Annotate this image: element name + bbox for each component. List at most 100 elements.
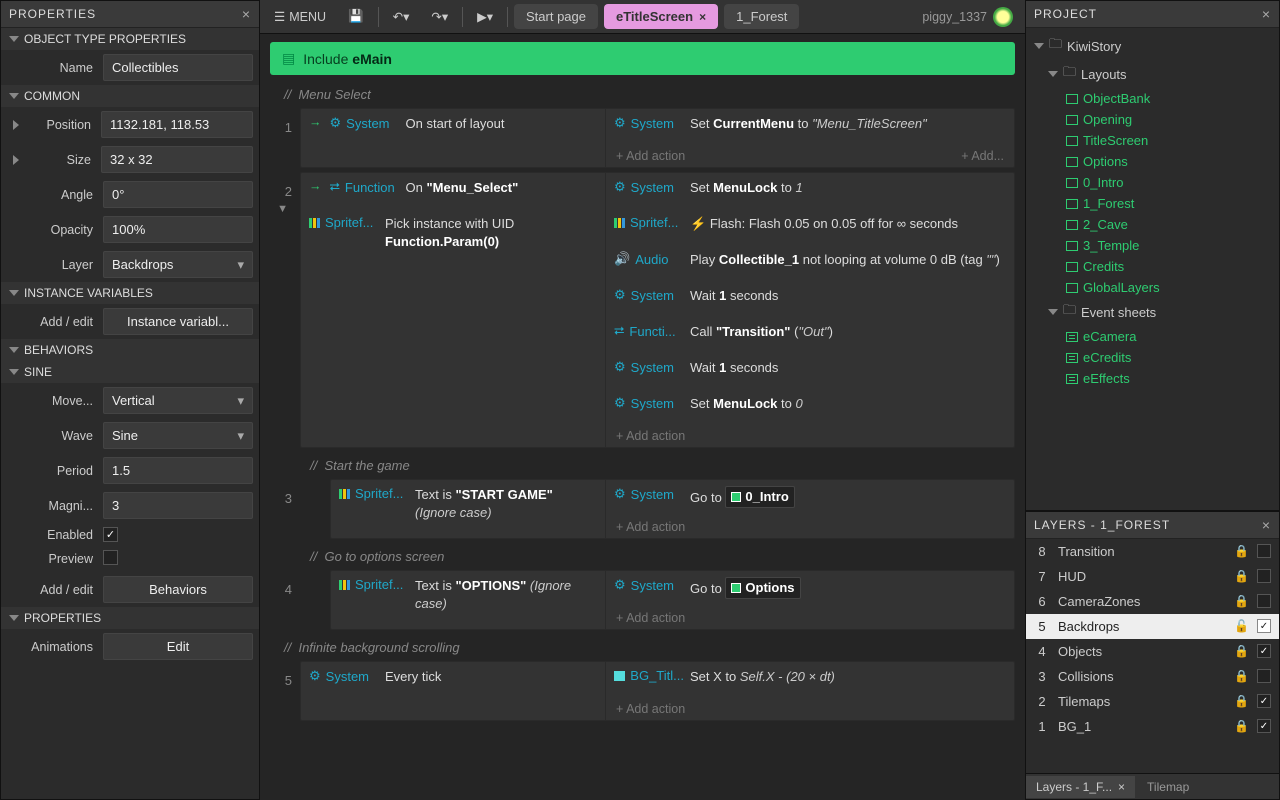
select-wave[interactable]: Sine [103,422,253,449]
layer-row[interactable]: 6CameraZones🔒 [1026,589,1279,614]
visibility-checkbox[interactable] [1257,694,1271,708]
add-action-link[interactable]: Add action [606,698,1014,720]
tree-layout-item[interactable]: 3_Temple [1026,235,1279,256]
layer-row[interactable]: 8Transition🔒 [1026,539,1279,564]
condition-row[interactable]: → ⚙System On start of layout [301,109,605,145]
add-link[interactable]: Add... [951,145,1014,167]
visibility-checkbox[interactable] [1257,569,1271,583]
action-row[interactable]: ⮂Functi... Call "Transition" ("Out") [606,317,1014,353]
select-layer[interactable]: Backdrops [103,251,253,278]
visibility-checkbox[interactable] [1257,669,1271,683]
visibility-checkbox[interactable] [1257,594,1271,608]
tree-layout-item[interactable]: Credits [1026,256,1279,277]
tree-eventsheet-item[interactable]: eEffects [1026,368,1279,389]
lock-icon[interactable]: 🔒 [1234,694,1249,708]
checkbox-enabled[interactable] [103,527,118,542]
layer-row[interactable]: 4Objects🔒 [1026,639,1279,664]
lock-icon[interactable]: 🔒 [1234,594,1249,608]
action-row[interactable]: BG_Titl... Set X to Self.X - (20 × dt) [606,662,1014,698]
add-action-link[interactable]: Add action [606,516,1014,538]
tree-layout-item[interactable]: Options [1026,151,1279,172]
menu-button[interactable]: ☰ MENU [266,5,334,28]
input-magnitude[interactable]: 3 [103,492,253,519]
tree-layout-item[interactable]: ObjectBank [1026,88,1279,109]
layer-row[interactable]: 2Tilemaps🔒 [1026,689,1279,714]
input-period[interactable]: 1.5 [103,457,253,484]
input-angle[interactable]: 0° [103,181,253,208]
add-action-link[interactable]: Add action [606,145,695,167]
tree-layout-item[interactable]: TitleScreen [1026,130,1279,151]
condition-row[interactable]: Spritef... Pick instance with UID Functi… [301,209,605,257]
tree-layout-item[interactable]: 1_Forest [1026,193,1279,214]
section-sine[interactable]: SINE [1,361,259,383]
tab-start-page[interactable]: Start page [514,4,598,29]
comment-row[interactable]: // Infinite background scrolling [270,634,1015,661]
condition-row[interactable]: → ⮂Function On "Menu_Select" [301,173,605,209]
action-row[interactable]: ⚙System Wait 1 seconds [606,353,1014,389]
button-edit-animations[interactable]: Edit [103,633,253,660]
visibility-checkbox[interactable] [1257,544,1271,558]
layer-row[interactable]: 1BG_1🔒 [1026,714,1279,739]
button-instance-variables[interactable]: Instance variabl... [103,308,253,335]
add-action-link[interactable]: Add action [606,607,1014,629]
comment-row[interactable]: // Menu Select [270,81,1015,108]
expand-icon[interactable] [13,120,19,130]
layer-row[interactable]: 7HUD🔒 [1026,564,1279,589]
user-badge[interactable]: piggy_1337 [922,7,1019,27]
action-row[interactable]: Spritef... ⚡ Flash: Flash 0.05 on 0.05 o… [606,209,1014,245]
close-icon[interactable]: × [699,10,706,24]
redo-icon[interactable]: ↷▾ [423,5,456,28]
close-icon[interactable]: × [1262,517,1271,533]
tree-folder-layouts[interactable]: 🗀Layouts [1026,60,1279,88]
layer-row[interactable]: 3Collisions🔒 [1026,664,1279,689]
condition-row[interactable]: Spritef... Text is "START GAME" (Ignore … [331,480,605,528]
input-name[interactable]: Collectibles [103,54,253,81]
input-size[interactable]: 32 x 32 [101,146,253,173]
lock-icon[interactable]: 🔒 [1234,569,1249,583]
expand-icon[interactable] [13,155,19,165]
section-behaviors[interactable]: BEHAVIORS [1,339,259,361]
section-common[interactable]: COMMON [1,85,259,107]
tree-layout-item[interactable]: 0_Intro [1026,172,1279,193]
tree-layout-item[interactable]: 2_Cave [1026,214,1279,235]
action-row[interactable]: ⚙System Wait 1 seconds [606,281,1014,317]
lock-icon[interactable]: 🔒 [1234,644,1249,658]
action-row[interactable]: ⚙System Set MenuLock to 1 [606,173,1014,209]
close-icon[interactable]: × [1262,6,1271,22]
tree-root[interactable]: 🗀KiwiStory [1026,32,1279,60]
section-instvars[interactable]: INSTANCE VARIABLES [1,282,259,304]
checkbox-preview[interactable] [103,550,118,565]
tab-1-forest[interactable]: 1_Forest [724,4,799,29]
tree-eventsheet-item[interactable]: eCamera [1026,326,1279,347]
action-row[interactable]: ⚙System Set CurrentMenu to "Menu_TitleSc… [606,109,1014,145]
play-icon[interactable]: ▶▾ [469,5,501,28]
action-row[interactable]: ⚙System Go to 0_Intro [606,480,1014,516]
action-row[interactable]: 🔊Audio Play Collectible_1 not looping at… [606,245,1014,281]
input-position[interactable]: 1132.181, 118.53 [101,111,253,138]
include-row[interactable]: ▤ Include eMain [270,42,1015,75]
action-row[interactable]: ⚙System Set MenuLock to 0 [606,389,1014,425]
comment-row[interactable]: // Start the game [270,452,1015,479]
tab-tilemap[interactable]: Tilemap [1137,776,1199,798]
chevron-down-icon[interactable]: ▼ [270,199,292,219]
tree-layout-item[interactable]: GlobalLayers [1026,277,1279,298]
select-movement[interactable]: Vertical [103,387,253,414]
action-row[interactable]: ⚙System Go to Options [606,571,1014,607]
condition-row[interactable]: ⚙System Every tick [301,662,605,698]
tree-eventsheet-item[interactable]: eCredits [1026,347,1279,368]
tab-layers[interactable]: Layers - 1_F...× [1026,776,1135,798]
tab-etitlescreen[interactable]: eTitleScreen× [604,4,718,29]
lock-icon[interactable]: 🔒 [1234,544,1249,558]
tree-folder-eventsheets[interactable]: 🗀Event sheets [1026,298,1279,326]
condition-row[interactable]: Spritef... Text is "OPTIONS" (Ignore cas… [331,571,605,619]
input-opacity[interactable]: 100% [103,216,253,243]
lock-icon[interactable]: 🔒 [1234,719,1249,733]
save-icon[interactable]: 💾 [340,5,372,28]
lock-icon[interactable]: 🔒 [1234,669,1249,683]
tree-layout-item[interactable]: Opening [1026,109,1279,130]
unlock-icon[interactable]: 🔓 [1234,619,1249,633]
close-icon[interactable]: × [1118,780,1125,794]
undo-icon[interactable]: ↶▾ [385,5,418,28]
button-behaviors[interactable]: Behaviors [103,576,253,603]
comment-row[interactable]: // Go to options screen [270,543,1015,570]
